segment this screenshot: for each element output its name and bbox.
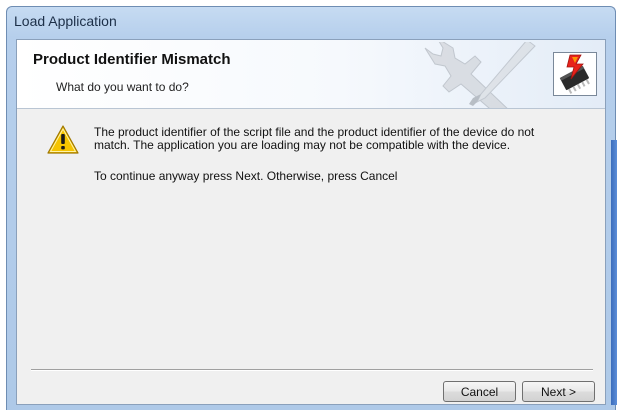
- dialog-client-area: Product Identifier Mismatch What do you …: [16, 39, 606, 405]
- message-line-2: match. The application you are loading m…: [94, 138, 511, 152]
- title-bar[interactable]: Load Application: [7, 7, 615, 37]
- wrench-screwdriver-icon: [424, 42, 536, 108]
- mismatch-message: The product identifier of the script fil…: [94, 126, 594, 152]
- load-application-window: Load Application Product Identifier Mism…: [6, 6, 617, 410]
- window-edge-accent: [611, 140, 617, 405]
- button-separator: [31, 369, 593, 371]
- page-title: Product Identifier Mismatch: [33, 51, 231, 68]
- window-title: Load Application: [14, 13, 117, 29]
- warning-icon: [47, 125, 79, 154]
- chip-lightning-icon: [553, 52, 597, 96]
- instruction-text: To continue anyway press Next. Otherwise…: [94, 169, 398, 183]
- page-subtitle: What do you want to do?: [56, 80, 189, 94]
- cancel-button[interactable]: Cancel: [443, 381, 516, 402]
- wizard-header: Product Identifier Mismatch What do you …: [17, 40, 605, 109]
- next-button[interactable]: Next >: [522, 381, 595, 402]
